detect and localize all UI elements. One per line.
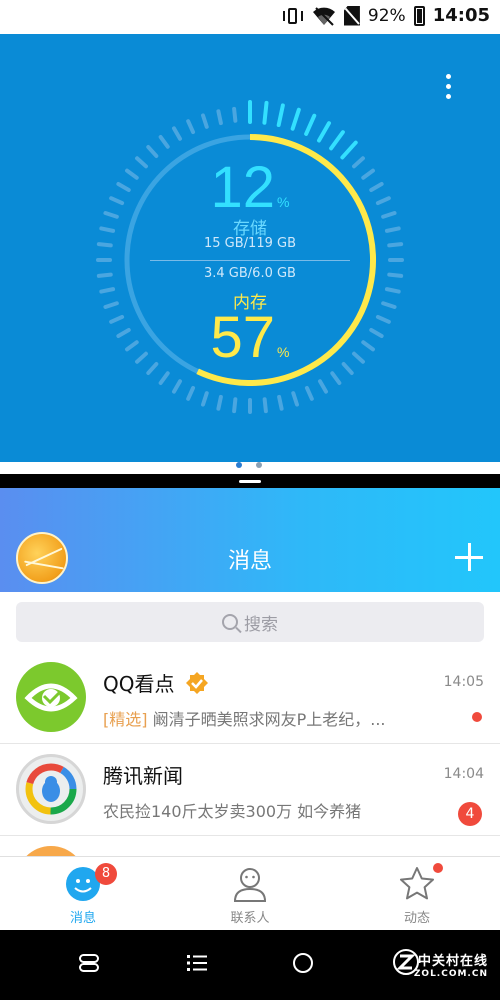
cleaner-pane: 12% 存储 15 GB/119 GB 3.4 GB/6.0 GB 内存 57% [0, 34, 500, 462]
unread-dot [472, 712, 482, 722]
add-icon[interactable] [454, 542, 484, 572]
qq-header: 消息 [0, 488, 500, 592]
conversation-name: 腾讯新闻 [103, 764, 183, 788]
conversation-time: 14:04 [443, 766, 484, 782]
tab-label: 消息 [69, 911, 96, 926]
tab-label: 动态 [403, 911, 430, 926]
storage-tick-filled [290, 107, 301, 131]
storage-tick [291, 391, 299, 407]
storage-tick [318, 379, 328, 394]
memory-detail: 3.4 GB/6.0 GB [204, 266, 296, 281]
conversation-preview: 农民捡140斤太岁卖300万 如今养猪 [103, 802, 362, 821]
storage-tick [172, 126, 182, 141]
more-menu-icon[interactable] [444, 74, 452, 102]
system-nav-bar: 中关村在线 ZOL.COM.CN [0, 930, 500, 1000]
list-item[interactable] [0, 836, 500, 856]
tab-contacts[interactable]: 联系人 [167, 857, 333, 931]
storage-tick-filled [329, 130, 345, 151]
page-title: 消息 [227, 549, 272, 574]
storage-tick [232, 106, 238, 123]
battery-icon [413, 5, 425, 26]
storage-tick [216, 109, 223, 126]
search-icon [222, 614, 238, 630]
tab-messages[interactable]: 8 消息 [0, 857, 166, 931]
no-sim-icon [343, 5, 360, 26]
watermark: 中关村在线 ZOL.COM.CN [413, 954, 488, 979]
conversation-preview: [精选] 阚清子晒美照求网友P上老纪，... [103, 710, 386, 729]
recents-icon[interactable] [78, 952, 100, 974]
storage-tick-filled [276, 103, 285, 128]
conversation-time: 14:05 [443, 674, 484, 690]
home-icon[interactable] [292, 952, 314, 974]
menu-icon[interactable] [186, 952, 208, 974]
storage-tick [304, 385, 314, 401]
storage-percent: 12% [210, 155, 290, 220]
storage-tick [330, 371, 342, 385]
storage-tick-filled [317, 121, 331, 143]
storage-tick [158, 371, 170, 385]
status-icons: 92% 14:05 [282, 5, 490, 26]
eye-icon [16, 662, 86, 732]
search-input[interactable]: 搜索 [16, 602, 484, 642]
star-icon [400, 867, 434, 900]
memory-percent: 57% [210, 305, 290, 370]
storage-tick-filled [262, 100, 269, 125]
storage-tick-filled [304, 113, 317, 136]
contacts-icon [233, 868, 267, 902]
clock: 14:05 [432, 5, 490, 26]
storage-tick [277, 394, 284, 411]
status-bar: 92% 14:05 [0, 0, 500, 34]
gauge-divider [150, 260, 350, 261]
vibrate-icon [282, 6, 304, 26]
storage-tick [216, 394, 223, 411]
tencent-news-icon [16, 754, 86, 824]
storage-tick [186, 385, 196, 401]
storage-tick [186, 119, 196, 135]
storage-tick [201, 391, 209, 407]
search-placeholder: 搜索 [244, 614, 278, 635]
battery-percent: 92% [367, 5, 406, 26]
conversation-name: QQ看点 [103, 668, 209, 697]
messages-badge: 8 [95, 863, 117, 885]
hidden-pane-peek [0, 462, 500, 474]
unread-badge: 4 [458, 802, 482, 826]
storage-tick [172, 379, 182, 394]
storage-detail: 15 GB/119 GB [204, 236, 296, 251]
message-list-area: 搜索 QQ看点 14:05 [精选] 阚清子晒美照求网友P上老纪，... 腾讯新… [0, 592, 500, 856]
split-drag-handle[interactable] [239, 480, 261, 483]
wifi-icon [312, 6, 335, 26]
verified-icon [185, 672, 208, 694]
bottom-tab-bar: 8 消息 联系人 动态 [0, 856, 500, 930]
tab-label: 联系人 [230, 911, 270, 926]
storage-tick [158, 135, 170, 149]
split-screen-divider [0, 462, 500, 488]
storage-tick [262, 397, 268, 414]
storage-tick [201, 113, 209, 129]
list-item[interactable]: QQ看点 14:05 [精选] 阚清子晒美照求网友P上老纪，... [0, 652, 500, 744]
tab-moments[interactable]: 动态 [334, 857, 500, 931]
avatar [16, 846, 86, 856]
list-item[interactable]: 腾讯新闻 14:04 农民捡140斤太岁卖300万 如今养猪 4 [0, 744, 500, 836]
moments-dot [433, 863, 443, 873]
storage-tick [232, 397, 238, 414]
